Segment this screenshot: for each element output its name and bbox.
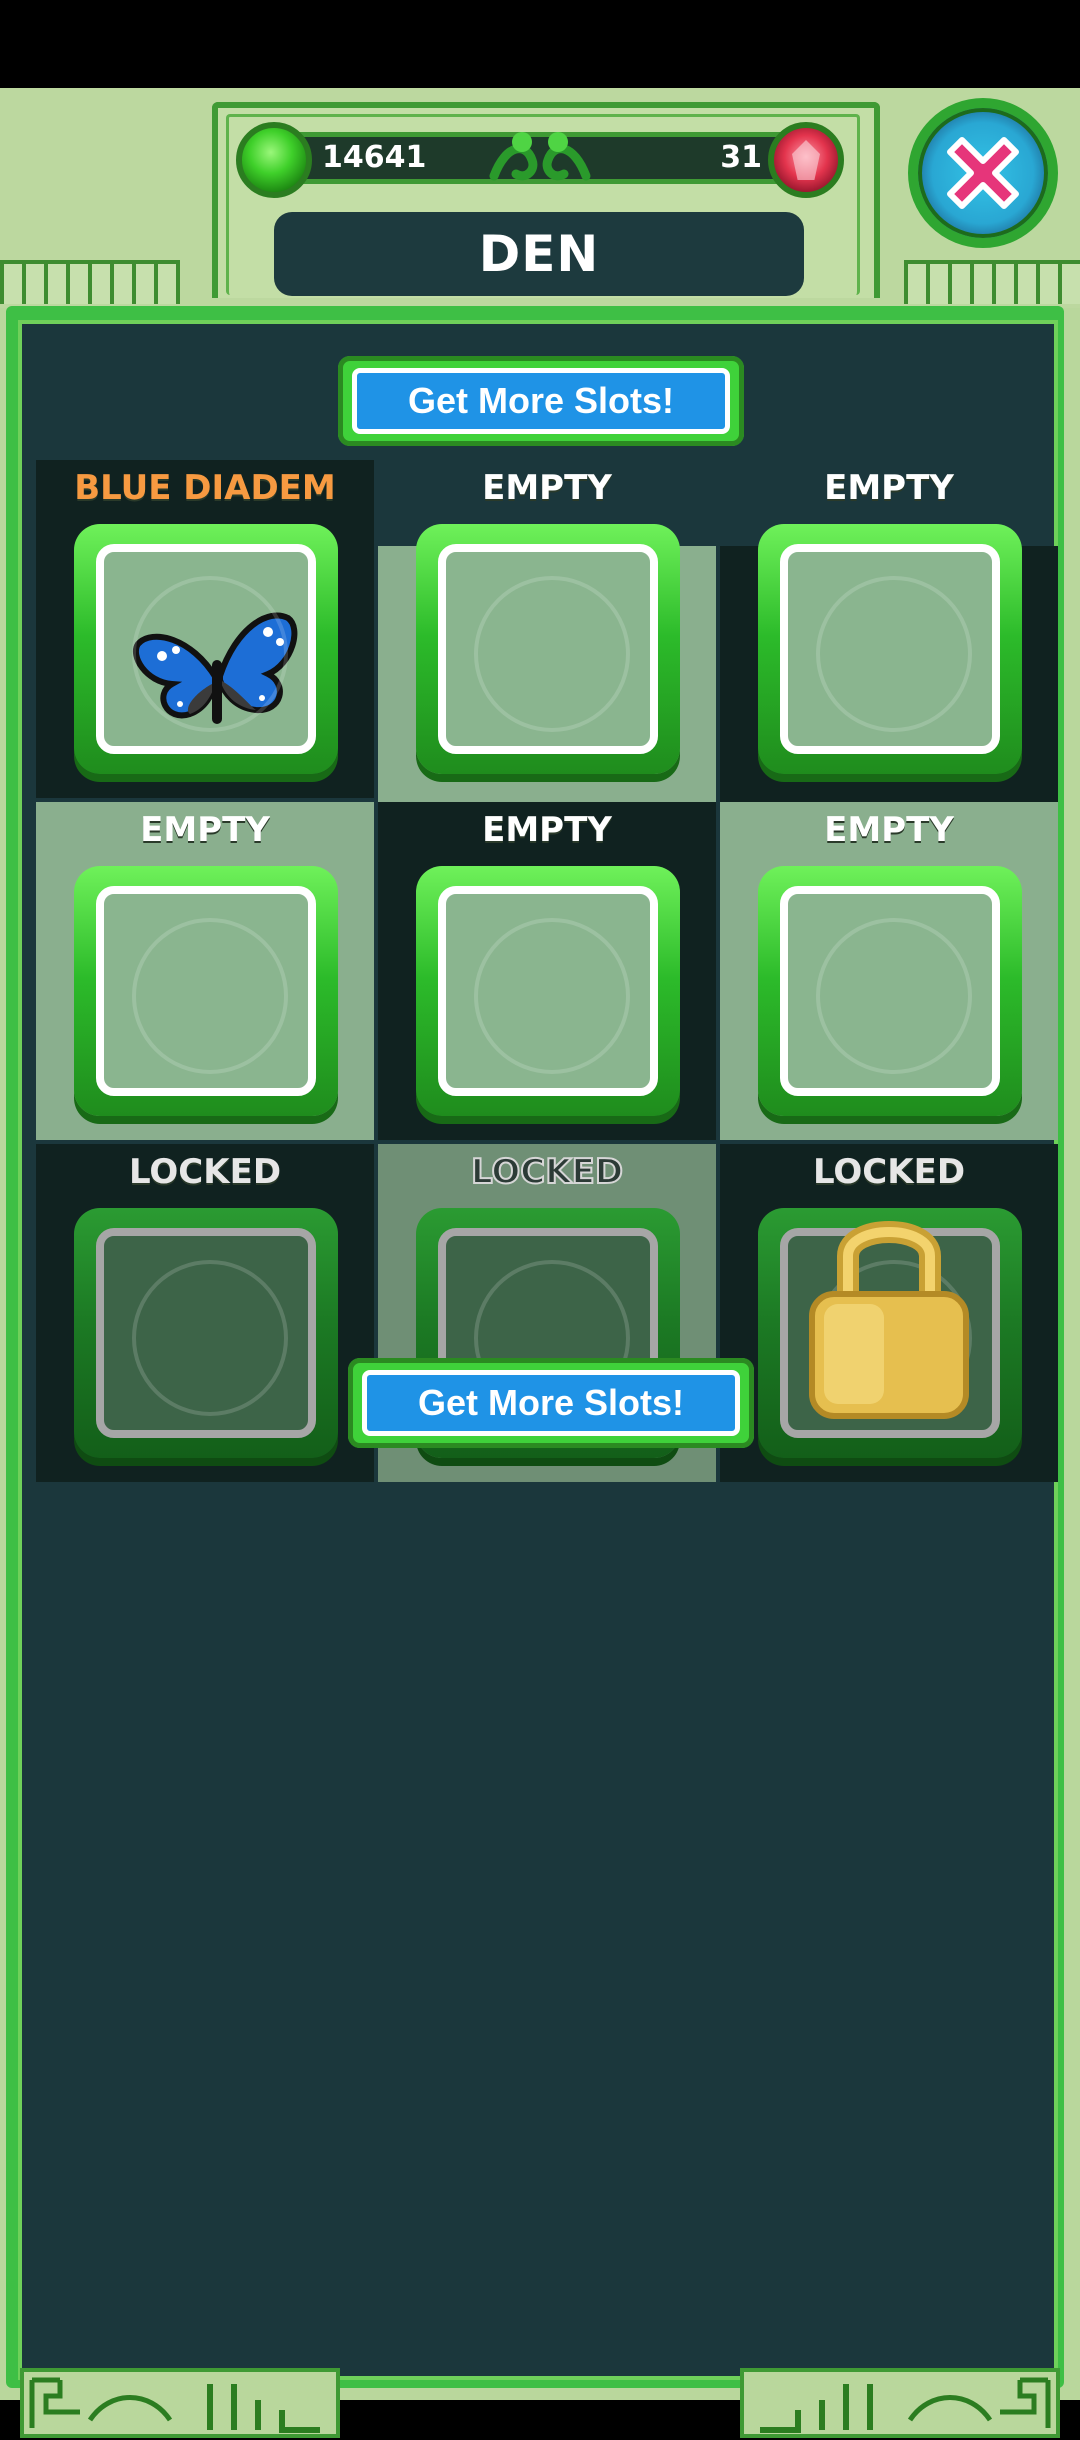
get-more-slots-label: Get More Slots! xyxy=(362,1370,740,1436)
fence-decoration-right xyxy=(904,260,1080,304)
page-title: DEN xyxy=(478,225,600,283)
ornament-corner-right xyxy=(740,2368,1060,2438)
slot-window xyxy=(438,544,658,754)
den-slot[interactable]: EMPTY xyxy=(378,802,716,1140)
slot-label: LOCKED xyxy=(128,1152,282,1192)
slot-tile xyxy=(416,866,680,1116)
ornament-corner-left xyxy=(20,2368,340,2438)
premium-currency-count: 31 xyxy=(720,140,762,175)
slot-tile xyxy=(416,524,680,774)
close-x-icon xyxy=(947,137,1019,209)
padlock-icon xyxy=(809,1221,969,1419)
fence-decoration-left xyxy=(0,260,180,304)
butterfly-icon xyxy=(133,612,298,724)
slot-label: EMPTY xyxy=(482,810,612,850)
slot-label: EMPTY xyxy=(824,810,954,850)
slot-window xyxy=(96,886,316,1096)
den-slot[interactable]: BLUE DIADEM xyxy=(36,460,374,798)
slot-label: EMPTY xyxy=(140,810,270,850)
slot-label: EMPTY xyxy=(482,468,612,508)
den-screen: 14641 31 DEN Get More Slots! BLUE DIADEM xyxy=(0,88,1080,2438)
slot-tile xyxy=(74,866,338,1116)
slot-label: LOCKED xyxy=(470,1151,624,1193)
slot-window xyxy=(438,886,658,1096)
get-more-slots-label: Get More Slots! xyxy=(352,368,730,434)
slot-label: LOCKED xyxy=(812,1152,966,1192)
den-slot[interactable]: EMPTY xyxy=(36,802,374,1140)
close-button[interactable] xyxy=(908,98,1058,248)
slot-label: EMPTY xyxy=(824,468,954,508)
den-slot-locked[interactable]: LOCKED xyxy=(36,1144,374,1482)
red-crystal-icon xyxy=(768,122,844,198)
slot-label: BLUE DIADEM xyxy=(74,468,336,508)
vine-ornament-icon xyxy=(489,132,591,181)
slot-tile xyxy=(74,524,338,774)
green-gem-icon xyxy=(236,122,312,198)
den-slot[interactable]: EMPTY xyxy=(720,802,1058,1140)
status-bar xyxy=(0,0,1080,88)
slot-window xyxy=(780,544,1000,754)
den-slot-locked[interactable]: LOCKED xyxy=(720,1144,1058,1482)
soft-currency-count: 14641 xyxy=(322,140,427,175)
get-more-slots-button[interactable]: Get More Slots! xyxy=(338,356,744,446)
get-more-slots-button[interactable]: Get More Slots! xyxy=(348,1358,754,1448)
slot-tile xyxy=(758,524,1022,774)
slot-tile xyxy=(758,866,1022,1116)
slot-window xyxy=(96,544,316,754)
slot-window xyxy=(780,886,1000,1096)
slot-tile-locked xyxy=(74,1208,338,1458)
slot-window xyxy=(96,1228,316,1438)
